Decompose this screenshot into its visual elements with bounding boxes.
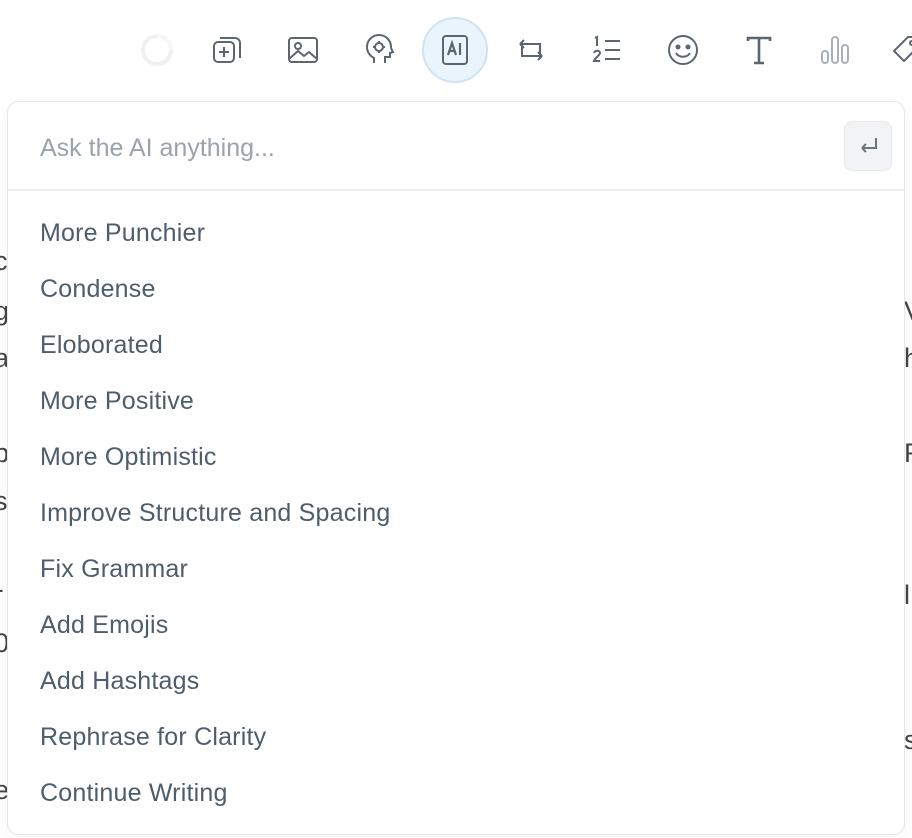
image-icon[interactable] <box>270 19 336 81</box>
text-format-icon[interactable] <box>726 19 792 81</box>
bg-char: r <box>0 580 3 610</box>
chart-icon[interactable] <box>802 19 868 81</box>
ai-action-item[interactable]: Continue Writing <box>8 765 904 821</box>
editor-toolbar <box>0 0 912 100</box>
ai-action-item[interactable]: More Optimistic <box>8 429 904 485</box>
ai-action-item[interactable]: Fix Grammar <box>8 541 904 597</box>
bg-char: V <box>904 296 912 326</box>
ai-prompt-panel: More Punchier Condense Eloborated More P… <box>7 101 905 835</box>
background-editor-text-right: V h R l s <box>904 0 912 838</box>
ai-prompt-row <box>8 102 904 191</box>
emoji-icon[interactable] <box>650 19 716 81</box>
ai-action-item[interactable]: Add Hashtags <box>8 653 904 709</box>
location-tag-icon[interactable] <box>872 19 912 81</box>
bg-char: h <box>904 343 912 373</box>
ai-brain-icon[interactable] <box>346 19 412 81</box>
ai-action-item[interactable]: Improve Structure and Spacing <box>8 485 904 541</box>
submit-prompt-button[interactable] <box>844 121 892 171</box>
ai-action-item[interactable]: Eloborated <box>8 317 904 373</box>
ai-action-item[interactable]: Rephrase for Clarity <box>8 709 904 765</box>
loading-spinner-icon <box>124 19 190 81</box>
ai-assistant-icon[interactable] <box>422 17 488 83</box>
ai-action-item[interactable]: More Positive <box>8 373 904 429</box>
add-media-icon[interactable] <box>194 19 260 81</box>
ai-prompt-input[interactable] <box>38 124 832 172</box>
enter-return-icon <box>861 138 877 153</box>
numbered-list-icon[interactable] <box>574 19 640 81</box>
bg-char: s <box>904 725 912 755</box>
ai-action-item[interactable]: Condense <box>8 261 904 317</box>
bg-char: R <box>904 438 912 468</box>
ai-action-item[interactable]: More Punchier <box>8 205 904 261</box>
repost-icon[interactable] <box>498 19 564 81</box>
ai-actions-menu: More Punchier Condense Eloborated More P… <box>8 205 904 821</box>
ai-action-item[interactable]: Add Emojis <box>8 597 904 653</box>
